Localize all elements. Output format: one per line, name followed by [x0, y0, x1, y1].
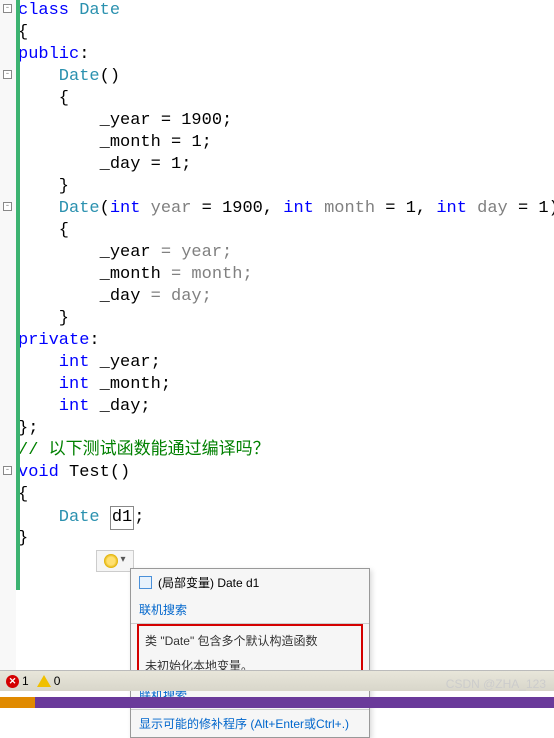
chevron-down-icon: ▾: [120, 550, 125, 572]
code-line: }: [18, 528, 554, 550]
code-line: int _day;: [18, 396, 554, 418]
error-count[interactable]: ✕ 1: [6, 674, 29, 688]
tooltip-search-link[interactable]: 联机搜索: [131, 596, 369, 623]
tooltip-header: (局部变量) Date d1: [131, 569, 369, 596]
code-line: Date(int year = 1900, int month = 1, int…: [18, 198, 554, 220]
code-line: Date d1;: [18, 506, 554, 528]
warning-count[interactable]: 0: [37, 674, 61, 688]
code-line: _month = month;: [18, 264, 554, 286]
variable-icon: [139, 576, 152, 589]
code-line: private:: [18, 330, 554, 352]
fold-toggle[interactable]: -: [3, 70, 12, 79]
warning-icon: [37, 675, 51, 687]
error-highlight[interactable]: d1: [110, 506, 134, 530]
outline-gutter: - - - -: [0, 0, 16, 670]
code-line: // 以下测试函数能通过编译吗？: [18, 440, 554, 462]
code-line: }: [18, 176, 554, 198]
quick-fix-button[interactable]: ▾: [96, 550, 134, 572]
code-line: {: [18, 22, 554, 44]
code-line: }: [18, 308, 554, 330]
code-line: int _year;: [18, 352, 554, 374]
footer-bar: [0, 697, 554, 708]
lightbulb-icon: [104, 554, 118, 568]
fold-toggle[interactable]: -: [3, 466, 12, 475]
watermark: CSDN @ZHA_123: [446, 677, 546, 691]
code-line: _day = day;: [18, 286, 554, 308]
code-line: {: [18, 88, 554, 110]
show-fixes-link[interactable]: 显示可能的修补程序 (Alt+Enter或Ctrl+.): [131, 710, 369, 737]
error-message: 类 "Date" 包含多个默认构造函数: [143, 628, 357, 653]
footer-accent: [0, 697, 35, 708]
code-line: _month = 1;: [18, 132, 554, 154]
code-line: };: [18, 418, 554, 440]
code-line: Date(): [18, 66, 554, 88]
error-icon: ✕: [6, 675, 19, 688]
code-line: class Date: [18, 0, 554, 22]
change-indicator: [16, 0, 20, 590]
code-line: {: [18, 220, 554, 242]
fold-toggle[interactable]: -: [3, 4, 12, 13]
code-line: public:: [18, 44, 554, 66]
code-line: _year = 1900;: [18, 110, 554, 132]
code-line: {: [18, 484, 554, 506]
code-line: _year = year;: [18, 242, 554, 264]
code-line: _day = 1;: [18, 154, 554, 176]
code-line: void Test(): [18, 462, 554, 484]
intellisense-tooltip: (局部变量) Date d1 联机搜索 类 "Date" 包含多个默认构造函数 …: [130, 568, 370, 738]
code-line: int _month;: [18, 374, 554, 396]
fold-toggle[interactable]: -: [3, 202, 12, 211]
